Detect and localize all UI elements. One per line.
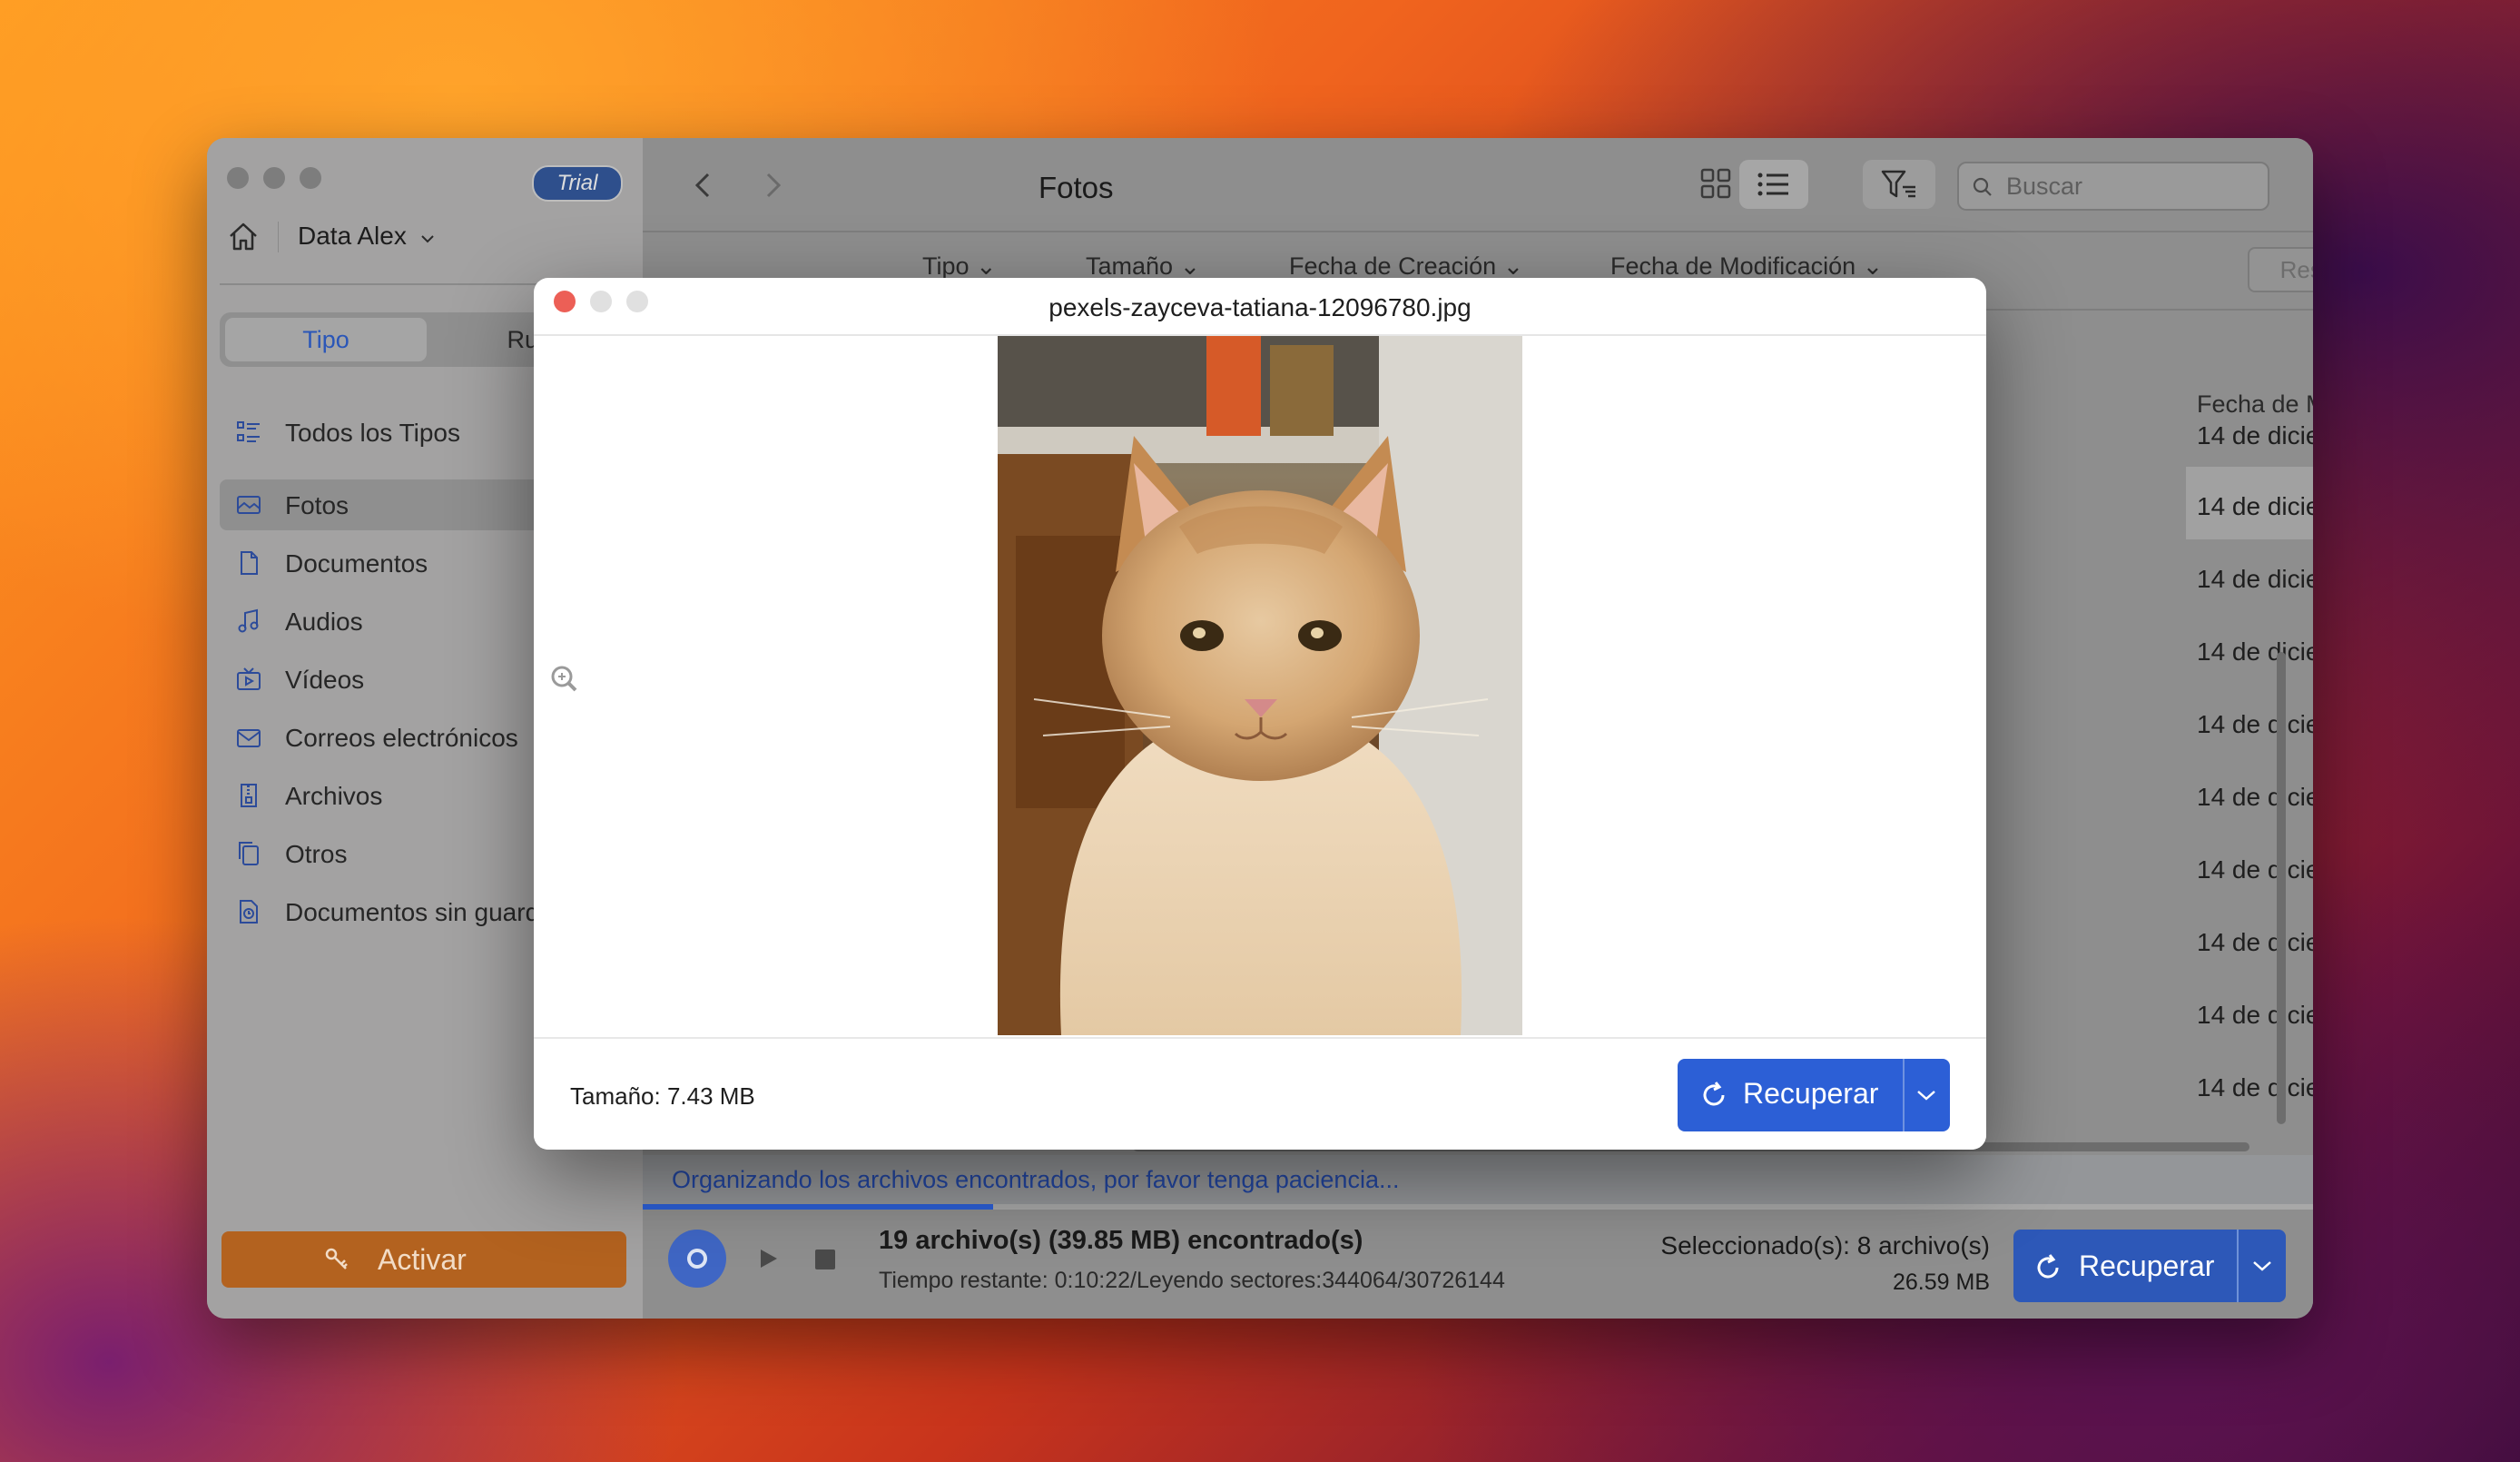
pause-scan-button[interactable] (668, 1230, 726, 1288)
preview-recover-button[interactable]: Recuperar (1678, 1059, 1950, 1131)
play-icon[interactable] (755, 1246, 781, 1271)
cat-photo-illustration (998, 336, 1522, 1035)
sidebar-item-label: Correos electrónicos (285, 724, 518, 752)
search-input[interactable]: Buscar (1957, 162, 2269, 211)
table-cell-date: 14 de diciembre de 202... (2197, 928, 2313, 956)
filter-tamano[interactable]: Tamaño ⌄ (1086, 252, 1200, 281)
archive-icon (241, 784, 257, 807)
video-icon (237, 667, 261, 690)
preview-recover-label: Recuperar (1743, 1077, 1879, 1110)
sidebar-item-label: Documentos (285, 549, 428, 578)
list-view-button[interactable] (1739, 160, 1808, 209)
filter-fecha-creacion[interactable]: Fecha de Creación ⌄ (1289, 252, 1523, 281)
zoom-icon[interactable] (546, 661, 583, 697)
home-icon[interactable] (225, 218, 261, 254)
activate-label: Activar (378, 1243, 467, 1276)
preview-filename: pexels-zayceva-tatiana-12096780.jpg (534, 278, 1986, 336)
list-icon (237, 421, 260, 442)
filter-fecha-creacion-label: Fecha de Creación (1289, 252, 1497, 280)
trial-badge: Trial (532, 165, 623, 202)
filter-tipo-label: Tipo (922, 252, 970, 280)
preview-image (998, 336, 1522, 1035)
reset-button[interactable]: Restablecer (2248, 247, 2313, 292)
search-icon (1973, 177, 1992, 196)
sidebar-item-label: Archivos (285, 782, 383, 810)
filter-button[interactable] (1863, 160, 1935, 209)
column-header-fecha-modificacion[interactable]: Fecha de Modificación (2197, 390, 2313, 419)
table-cell-date: 14 de diciembre de 202... (2197, 565, 2313, 593)
vertical-scrollbar[interactable] (2277, 652, 2286, 1124)
document-icon (241, 551, 258, 575)
window-minimize-button[interactable] (263, 167, 285, 189)
recover-label: Recuperar (2079, 1250, 2215, 1282)
tab-tipo[interactable]: Tipo (225, 318, 427, 361)
window-zoom-button[interactable] (300, 167, 321, 189)
filter-tamano-label: Tamaño (1086, 252, 1174, 280)
sidebar-item-label: Audios (285, 608, 363, 636)
table-cell-date: 14 de diciembre de 202... (2197, 1001, 2313, 1029)
preview-footer: Tamaño: 7.43 MB Recuperar (534, 1037, 1986, 1150)
unsaved-document-icon (240, 900, 258, 924)
table-cell-date: 14 de diciembre de 202... (2197, 710, 2313, 738)
file-size: Tamaño: 7.43 MB (570, 1082, 755, 1110)
forward-arrow-icon[interactable] (761, 171, 786, 200)
table-cell-date: 14 de diciembre de 202... (2197, 421, 2313, 449)
sidebar-item-label: Todos los Tipos (285, 419, 460, 447)
copy-icon (239, 842, 259, 865)
table-cell-date: 14 de diciembre de 202... (2197, 492, 2313, 520)
sidebar-item-label: Fotos (285, 491, 349, 519)
table-cell-date: 14 de diciembre de 202... (2197, 1073, 2313, 1101)
status-bar: Organizando los archivos encontrados, po… (643, 1155, 2313, 1319)
back-arrow-icon[interactable] (690, 171, 715, 200)
sidebar-item-label: Otros (285, 840, 348, 868)
search-placeholder: Buscar (2006, 173, 2083, 200)
key-icon (325, 1248, 348, 1269)
chevron-down-icon[interactable] (419, 231, 436, 247)
photo-icon (237, 496, 261, 514)
filter-icon (1881, 170, 1915, 198)
filter-fecha-modificacion[interactable]: Fecha de Modificación ⌄ (1610, 252, 1883, 281)
scan-progress-icon (687, 1249, 707, 1269)
window-close-button[interactable] (227, 167, 249, 189)
refresh-icon (1703, 1082, 1725, 1106)
progress-fill (643, 1204, 994, 1210)
divider (2237, 1230, 2239, 1302)
grid-view-icon[interactable] (1698, 165, 1734, 202)
activate-button[interactable]: Activar (221, 1231, 626, 1288)
sidebar-item-label: Vídeos (285, 666, 365, 694)
mail-icon (237, 729, 261, 747)
divider (643, 231, 2313, 232)
sidebar-item-label: Documentos sin guardar (285, 898, 563, 926)
organizing-message: Organizando los archivos encontrados, po… (672, 1166, 1400, 1193)
list-view-icon (1757, 173, 1788, 196)
selected-count: Seleccionado(s): 8 archivo(s) (1660, 1231, 1990, 1259)
chevron-down-icon[interactable] (1915, 1086, 1937, 1104)
drive-selector[interactable]: Data Alex (298, 222, 407, 251)
page-title: Fotos (1039, 171, 1114, 204)
time-remaining: Tiempo restante: 0:10:22/Leyendo sectore… (879, 1268, 1505, 1293)
refresh-icon (2037, 1254, 2059, 1279)
filter-tipo[interactable]: Tipo ⌄ (922, 252, 997, 281)
filter-fecha-modificacion-label: Fecha de Modificación (1610, 252, 1856, 280)
divider (1903, 1059, 1905, 1131)
selected-size: 26.59 MB (1892, 1269, 1990, 1295)
progress-track (643, 1204, 2313, 1210)
table-cell-date: 14 de diciembre de 202... (2197, 637, 2313, 666)
stop-icon[interactable] (813, 1248, 837, 1271)
recover-button[interactable]: Recuperar (2013, 1230, 2286, 1302)
table-cell-date: 14 de diciembre de 202... (2197, 855, 2313, 884)
table-cell-date: 14 de diciembre de 202... (2197, 783, 2313, 811)
files-found-summary: 19 archivo(s) (39.85 MB) encontrado(s) (879, 1226, 1363, 1255)
preview-dialog: pexels-zayceva-tatiana-12096780.jpg Tama… (534, 278, 1986, 1150)
divider (278, 222, 279, 252)
chevron-down-icon[interactable] (2251, 1257, 2273, 1275)
music-note-icon (238, 608, 259, 633)
